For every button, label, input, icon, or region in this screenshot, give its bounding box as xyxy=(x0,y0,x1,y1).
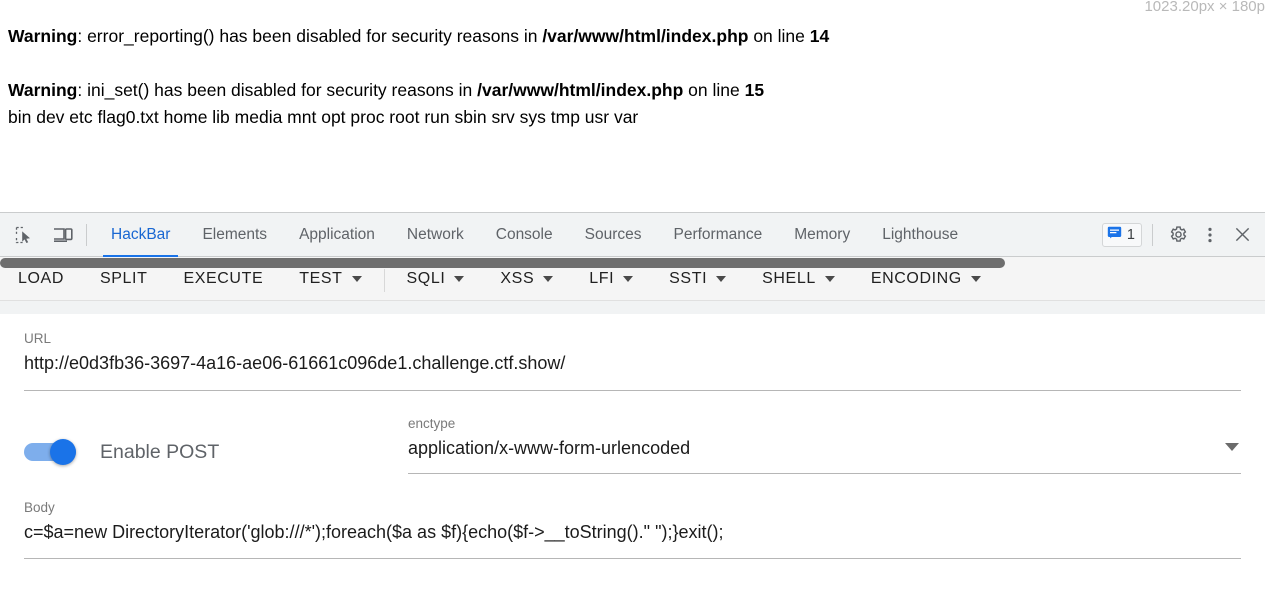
scrollbar-thumb[interactable] xyxy=(0,258,1005,268)
message-icon xyxy=(1107,225,1122,245)
toggle-knob xyxy=(50,439,76,465)
body-field-label: Body xyxy=(24,500,55,515)
tab-performance-label: Performance xyxy=(673,225,763,243)
php-warning-line-1: Warning: error_reporting() has been disa… xyxy=(8,26,829,46)
device-toolbar-icon[interactable] xyxy=(48,222,78,248)
enctype-select[interactable]: application/x-www-form-urlencoded xyxy=(408,435,1241,461)
warning-online-2: on line xyxy=(683,80,745,100)
message-count-badge[interactable]: 1 xyxy=(1101,222,1142,247)
hackbar-split-label: SPLIT xyxy=(99,269,148,287)
hackbar-shell-label: SHELL xyxy=(762,269,816,287)
tab-network[interactable]: Network xyxy=(391,213,480,257)
tab-console[interactable]: Console xyxy=(480,213,569,257)
tab-application[interactable]: Application xyxy=(283,213,391,257)
devtools-panel: HackBar Elements Application Network Con… xyxy=(0,212,1265,599)
warning-online-1: on line xyxy=(748,26,810,46)
hackbar-xss-label: XSS xyxy=(500,269,535,287)
chevron-down-icon xyxy=(623,275,634,282)
hackbar-test-label: TEST xyxy=(299,269,343,287)
warning-path-2: /var/www/html/index.php xyxy=(477,80,684,100)
tab-network-label: Network xyxy=(406,225,464,243)
warning-message-1: error_reporting() has been disabled for … xyxy=(87,26,543,46)
browser-page-content: 1023.20px × 180p Warning: error_reportin… xyxy=(0,0,1265,212)
actions-divider xyxy=(1152,223,1153,246)
devtools-toolbar-actions: 1 xyxy=(1101,220,1265,250)
enctype-field-underline xyxy=(408,473,1241,474)
hackbar-ssti-label: SSTI xyxy=(669,269,708,287)
php-warning-line-2: Warning: ini_set() has been disabled for… xyxy=(8,80,764,100)
enable-post-toggle[interactable] xyxy=(24,439,84,465)
tab-lighthouse[interactable]: Lighthouse xyxy=(866,213,974,257)
chevron-down-icon xyxy=(454,275,465,282)
tab-hackbar-label: HackBar xyxy=(111,225,171,243)
tab-elements[interactable]: Elements xyxy=(186,213,283,257)
hackbar-load-label: LOAD xyxy=(18,269,64,287)
post-and-enctype-row: Enable POST enctype application/x-www-fo… xyxy=(24,391,1241,474)
inspect-element-icon[interactable] xyxy=(9,222,39,248)
message-count-label: 1 xyxy=(1126,226,1135,243)
directory-listing-output: bin dev etc flag0.txt home lib media mnt… xyxy=(8,107,639,127)
url-input[interactable]: http://e0d3fb36-3697-4a16-ae06-61661c096… xyxy=(24,350,1241,376)
toolbar-divider xyxy=(86,223,87,246)
tab-application-label: Application xyxy=(299,225,375,243)
body-field-underline xyxy=(24,558,1241,559)
warning-label-1: Warning xyxy=(8,26,78,46)
close-icon[interactable] xyxy=(1227,220,1257,250)
tab-lighthouse-label: Lighthouse xyxy=(882,225,959,243)
hackbar-horizontal-scrollbar[interactable] xyxy=(0,257,1265,269)
warning-label-2: Warning xyxy=(8,80,78,100)
chevron-down-icon xyxy=(970,275,981,282)
url-field-group: URL http://e0d3fb36-3697-4a16-ae06-61661… xyxy=(24,314,1241,391)
screenshot-root: 1023.20px × 180p Warning: error_reportin… xyxy=(0,0,1265,599)
chevron-down-icon xyxy=(351,275,362,282)
body-field-group: Body c=$a=new DirectoryIterator('glob://… xyxy=(24,474,1241,559)
chevron-down-icon xyxy=(543,275,554,282)
body-input[interactable]: c=$a=new DirectoryIterator('glob:///*');… xyxy=(24,519,1241,545)
hackbar-sqli-label: SQLI xyxy=(406,269,446,287)
tab-hackbar[interactable]: HackBar xyxy=(95,213,186,257)
enable-post-group: Enable POST xyxy=(24,416,408,465)
tab-sources-label: Sources xyxy=(584,225,642,243)
warning-path-1: /var/www/html/index.php xyxy=(542,26,749,46)
devtools-tabstrip: HackBar Elements Application Network Con… xyxy=(0,213,1265,257)
warning-sep-1: : xyxy=(77,26,88,46)
hackbar-form: URL http://e0d3fb36-3697-4a16-ae06-61661… xyxy=(0,314,1265,599)
enctype-field-label: enctype xyxy=(408,416,456,431)
warning-lineno-1: 14 xyxy=(809,26,830,46)
enctype-field-group: enctype application/x-www-form-urlencode… xyxy=(408,416,1241,474)
hackbar-encoding-label: ENCODING xyxy=(870,269,962,287)
warning-lineno-2: 15 xyxy=(744,80,765,100)
hackbar-lfi-label: LFI xyxy=(589,269,615,287)
tab-memory[interactable]: Memory xyxy=(778,213,866,257)
url-field-label: URL xyxy=(24,331,52,346)
warning-message-2: ini_set() has been disabled for security… xyxy=(87,80,478,100)
chevron-down-icon xyxy=(716,275,727,282)
tab-performance[interactable]: Performance xyxy=(658,213,779,257)
hackbar-execute-label: EXECUTE xyxy=(183,269,264,287)
element-size-tooltip: 1023.20px × 180p xyxy=(1144,0,1265,15)
tab-elements-label: Elements xyxy=(202,225,268,243)
enable-post-label: Enable POST xyxy=(100,440,220,463)
more-vertical-icon[interactable] xyxy=(1195,220,1225,250)
warning-sep-2: : xyxy=(77,80,88,100)
tab-sources[interactable]: Sources xyxy=(569,213,658,257)
chevron-down-icon xyxy=(824,275,835,282)
devtools-tab-list: HackBar Elements Application Network Con… xyxy=(95,213,974,257)
tab-memory-label: Memory xyxy=(794,225,851,243)
tab-console-label: Console xyxy=(495,225,553,243)
gear-icon[interactable] xyxy=(1163,220,1193,250)
hackbar-toolbar-divider xyxy=(383,265,385,292)
chevron-down-icon[interactable] xyxy=(1225,443,1239,451)
